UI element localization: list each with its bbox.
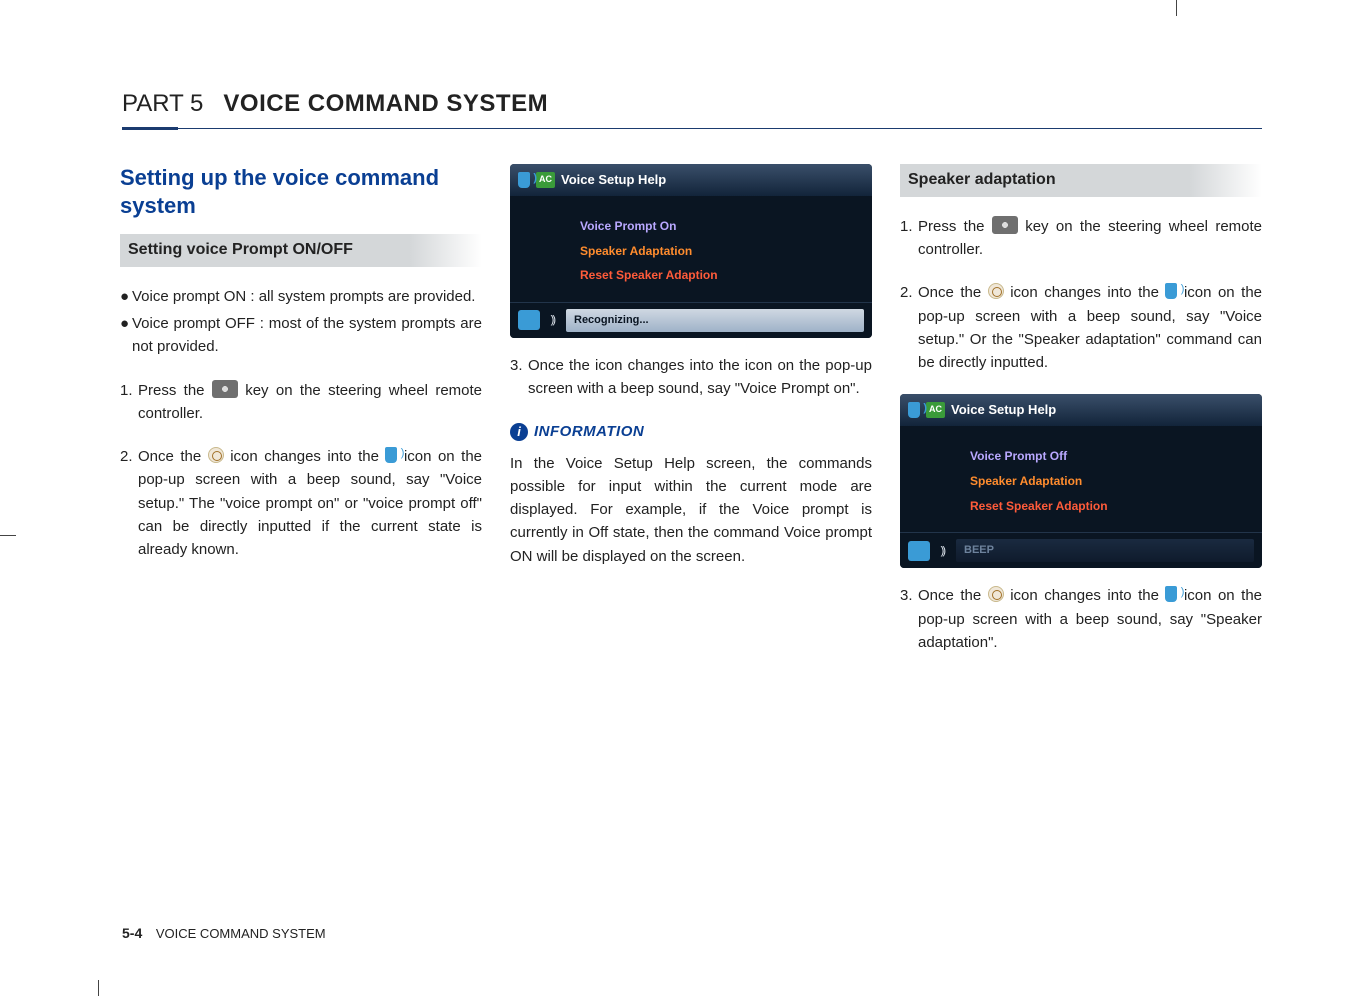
subsection-heading: Speaker adaptation xyxy=(900,164,1262,197)
step-number: 3. xyxy=(900,584,918,654)
mic-icon xyxy=(1165,586,1177,602)
step-text: Once the icon changes into the icon on t… xyxy=(918,584,1262,654)
bullet-text: Voice prompt OFF : most of the system pr… xyxy=(132,312,482,359)
step-3: 3. Once the icon changes into the icon o… xyxy=(510,354,872,401)
screenshot-titlebar: AC Voice Setup Help xyxy=(900,394,1262,426)
screenshot-footer: BEEP xyxy=(900,532,1262,568)
information-body: In the Voice Setup Help screen, the comm… xyxy=(510,452,872,568)
mic-icon xyxy=(908,402,920,418)
menu-row: Voice Prompt Off xyxy=(970,444,1252,469)
step-number: 2. xyxy=(120,445,138,561)
crop-mark xyxy=(98,980,99,996)
step-1: 1. Press the key on the steering wheel r… xyxy=(120,379,482,426)
screenshot-body: Voice Prompt Off Speaker Adaptation Rese… xyxy=(900,426,1262,532)
chapter-title: VOICE COMMAND SYSTEM xyxy=(223,90,548,117)
listening-icon xyxy=(988,283,1004,299)
part-label: PART 5 xyxy=(122,90,203,117)
column-1: Setting up the voice command system Sett… xyxy=(120,164,482,674)
list-item: ● Voice prompt OFF : most of the system … xyxy=(120,312,482,359)
column-2: AC Voice Setup Help Voice Prompt On Spea… xyxy=(510,164,872,674)
step-2: 2. Once the icon changes into the icon o… xyxy=(900,281,1262,374)
crop-mark xyxy=(1176,0,1177,16)
bullet-dot: ● xyxy=(120,285,132,308)
bullet-dot: ● xyxy=(120,312,132,359)
listening-icon xyxy=(208,447,224,463)
content-columns: Setting up the voice command system Sett… xyxy=(100,164,1262,674)
listening-icon xyxy=(988,586,1004,602)
voice-setup-screenshot: AC Voice Setup Help Voice Prompt On Spea… xyxy=(510,164,872,338)
screenshot-title: Voice Setup Help xyxy=(561,170,666,190)
mic-icon xyxy=(1165,283,1177,299)
screenshot-title: Voice Setup Help xyxy=(951,400,1056,420)
menu-row: Speaker Adaptation xyxy=(970,469,1252,494)
menu-row: Reset Speaker Adaption xyxy=(970,494,1252,519)
status-strip: BEEP xyxy=(956,539,1254,562)
step-text: Once the icon changes into the icon on t… xyxy=(528,354,872,401)
screenshot-titlebar: AC Voice Setup Help xyxy=(510,164,872,196)
ac-badge: AC xyxy=(536,172,555,188)
voice-setup-screenshot: AC Voice Setup Help Voice Prompt Off Spe… xyxy=(900,394,1262,568)
menu-row: Speaker Adaptation xyxy=(580,239,862,264)
voice-key-icon xyxy=(212,380,238,398)
step-number: 3. xyxy=(510,354,528,401)
voice-key-icon xyxy=(992,216,1018,234)
menu-row: Voice Prompt On xyxy=(580,214,862,239)
step-text: Once the icon changes into the icon on t… xyxy=(138,445,482,561)
info-label: INFORMATION xyxy=(534,420,644,443)
crop-mark xyxy=(0,535,16,536)
bullet-list: ● Voice prompt ON : all system prompts a… xyxy=(120,285,482,359)
menu-row: Reset Speaker Adaption xyxy=(580,263,862,288)
bullet-text: Voice prompt ON : all system prompts are… xyxy=(132,285,482,308)
subsection-heading: Setting voice Prompt ON/OFF xyxy=(120,234,482,267)
step-text: Once the icon changes into the icon on t… xyxy=(918,281,1262,374)
speaker-icon xyxy=(518,310,540,330)
step-number: 2. xyxy=(900,281,918,374)
step-1: 1. Press the key on the steering wheel r… xyxy=(900,215,1262,262)
step-text: Press the key on the steering wheel remo… xyxy=(918,215,1262,262)
information-heading: i INFORMATION xyxy=(510,420,872,443)
list-item: ● Voice prompt ON : all system prompts a… xyxy=(120,285,482,308)
page-number: 5-4 xyxy=(122,925,142,941)
part-title: PART 5 VOICE COMMAND SYSTEM xyxy=(122,90,548,117)
page-header: PART 5 VOICE COMMAND SYSTEM xyxy=(100,55,1262,129)
step-number: 1. xyxy=(900,215,918,262)
screenshot-footer: Recognizing... xyxy=(510,302,872,338)
status-strip: Recognizing... xyxy=(566,309,864,332)
manual-page: PART 5 VOICE COMMAND SYSTEM Setting up t… xyxy=(0,0,1362,996)
mic-icon xyxy=(385,447,397,463)
header-rule xyxy=(122,128,1262,129)
step-2: 2. Once the icon changes into the icon o… xyxy=(120,445,482,561)
screenshot-body: Voice Prompt On Speaker Adaptation Reset… xyxy=(510,196,872,302)
footer-section: VOICE COMMAND SYSTEM xyxy=(156,926,326,941)
column-3: Speaker adaptation 1. Press the key on t… xyxy=(900,164,1262,674)
page-footer: 5-4 VOICE COMMAND SYSTEM xyxy=(122,925,326,941)
step-3: 3. Once the icon changes into the icon o… xyxy=(900,584,1262,654)
step-text: Press the key on the steering wheel remo… xyxy=(138,379,482,426)
mic-icon xyxy=(518,172,530,188)
info-icon: i xyxy=(510,423,528,441)
speaker-icon xyxy=(908,541,930,561)
step-number: 1. xyxy=(120,379,138,426)
section-title: Setting up the voice command system xyxy=(120,164,482,219)
ac-badge: AC xyxy=(926,402,945,418)
